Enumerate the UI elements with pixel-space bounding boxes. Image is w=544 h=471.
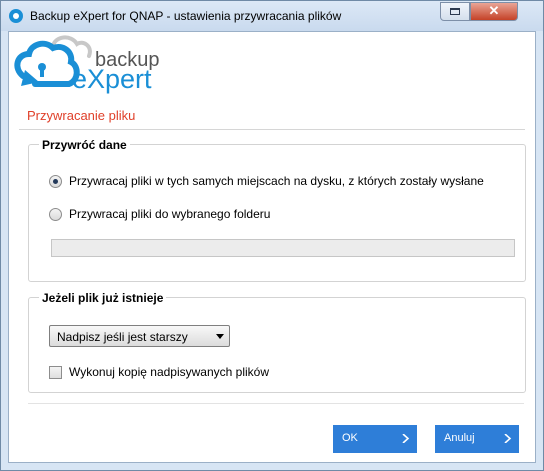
backup-overwritten-checkbox-row[interactable]: Wykonuj kopię nadpisywanych plików (49, 364, 269, 380)
ok-button-label: OK (342, 432, 358, 444)
ok-button[interactable]: OK (333, 425, 417, 453)
window-title: Backup eXpert for QNAP - ustawienia przy… (30, 9, 342, 23)
section-title: Przywracanie pliku (27, 108, 136, 123)
chevron-down-icon (216, 334, 224, 339)
logo-text-expert: eXpert (72, 64, 152, 94)
restore-window-button[interactable] (440, 2, 470, 21)
cancel-button-label: Anuluj (444, 432, 475, 444)
restore-window-icon (450, 8, 460, 15)
overwrite-mode-value: Nadpisz jeśli jest starszy (57, 330, 188, 344)
close-icon: ✕ (488, 3, 500, 18)
restore-data-group: Przywróć dane Przywracaj pliki w tych sa… (28, 138, 526, 282)
overwrite-mode-select[interactable]: Nadpisz jeśli jest starszy (49, 325, 230, 347)
chevron-right-icon (402, 434, 410, 443)
backup-overwritten-checkbox[interactable] (49, 365, 62, 379)
section-divider (19, 129, 525, 130)
cancel-button[interactable]: Anuluj (435, 425, 519, 453)
file-exists-group: Jeżeli plik już istnieje Nadpisz jeśli j… (28, 291, 526, 393)
file-exists-legend: Jeżeli plik już istnieje (39, 291, 167, 305)
chevron-right-icon (504, 434, 512, 443)
radio-selected-folder-button[interactable] (49, 207, 62, 221)
footer-divider (28, 403, 524, 404)
backup-overwritten-label: Wykonuj kopię nadpisywanych plików (69, 365, 269, 379)
radio-selected-folder[interactable]: Przywracaj pliki do wybranego folderu (49, 206, 270, 222)
title-bar[interactable]: Backup eXpert for QNAP - ustawienia przy… (1, 1, 543, 31)
close-window-button[interactable]: ✕ (470, 2, 518, 21)
radio-same-location-button[interactable] (49, 174, 62, 188)
radio-same-location[interactable]: Przywracaj pliki w tych samych miejscach… (49, 173, 484, 189)
backup-expert-logo: backup eXpert (14, 35, 160, 94)
folder-path-field[interactable] (51, 239, 515, 257)
dialog-window: Backup eXpert for QNAP - ustawienia przy… (0, 0, 544, 471)
app-icon (9, 9, 23, 23)
radio-selected-folder-label: Przywracaj pliki do wybranego folderu (69, 207, 271, 221)
radio-same-location-label: Przywracaj pliki w tych samych miejscach… (69, 174, 484, 188)
restore-data-legend: Przywróć dane (39, 138, 130, 152)
dialog-content: backup eXpert Przywracanie pliku Przywró… (8, 31, 536, 463)
